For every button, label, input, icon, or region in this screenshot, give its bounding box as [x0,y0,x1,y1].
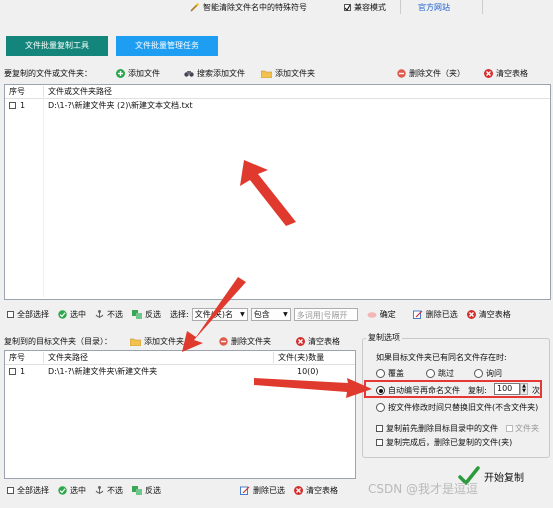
annotation-arrows [182,160,372,398]
arrow-options-icon [254,378,372,398]
arrow-source-icon [240,160,296,226]
arrow-target-icon [182,277,246,352]
